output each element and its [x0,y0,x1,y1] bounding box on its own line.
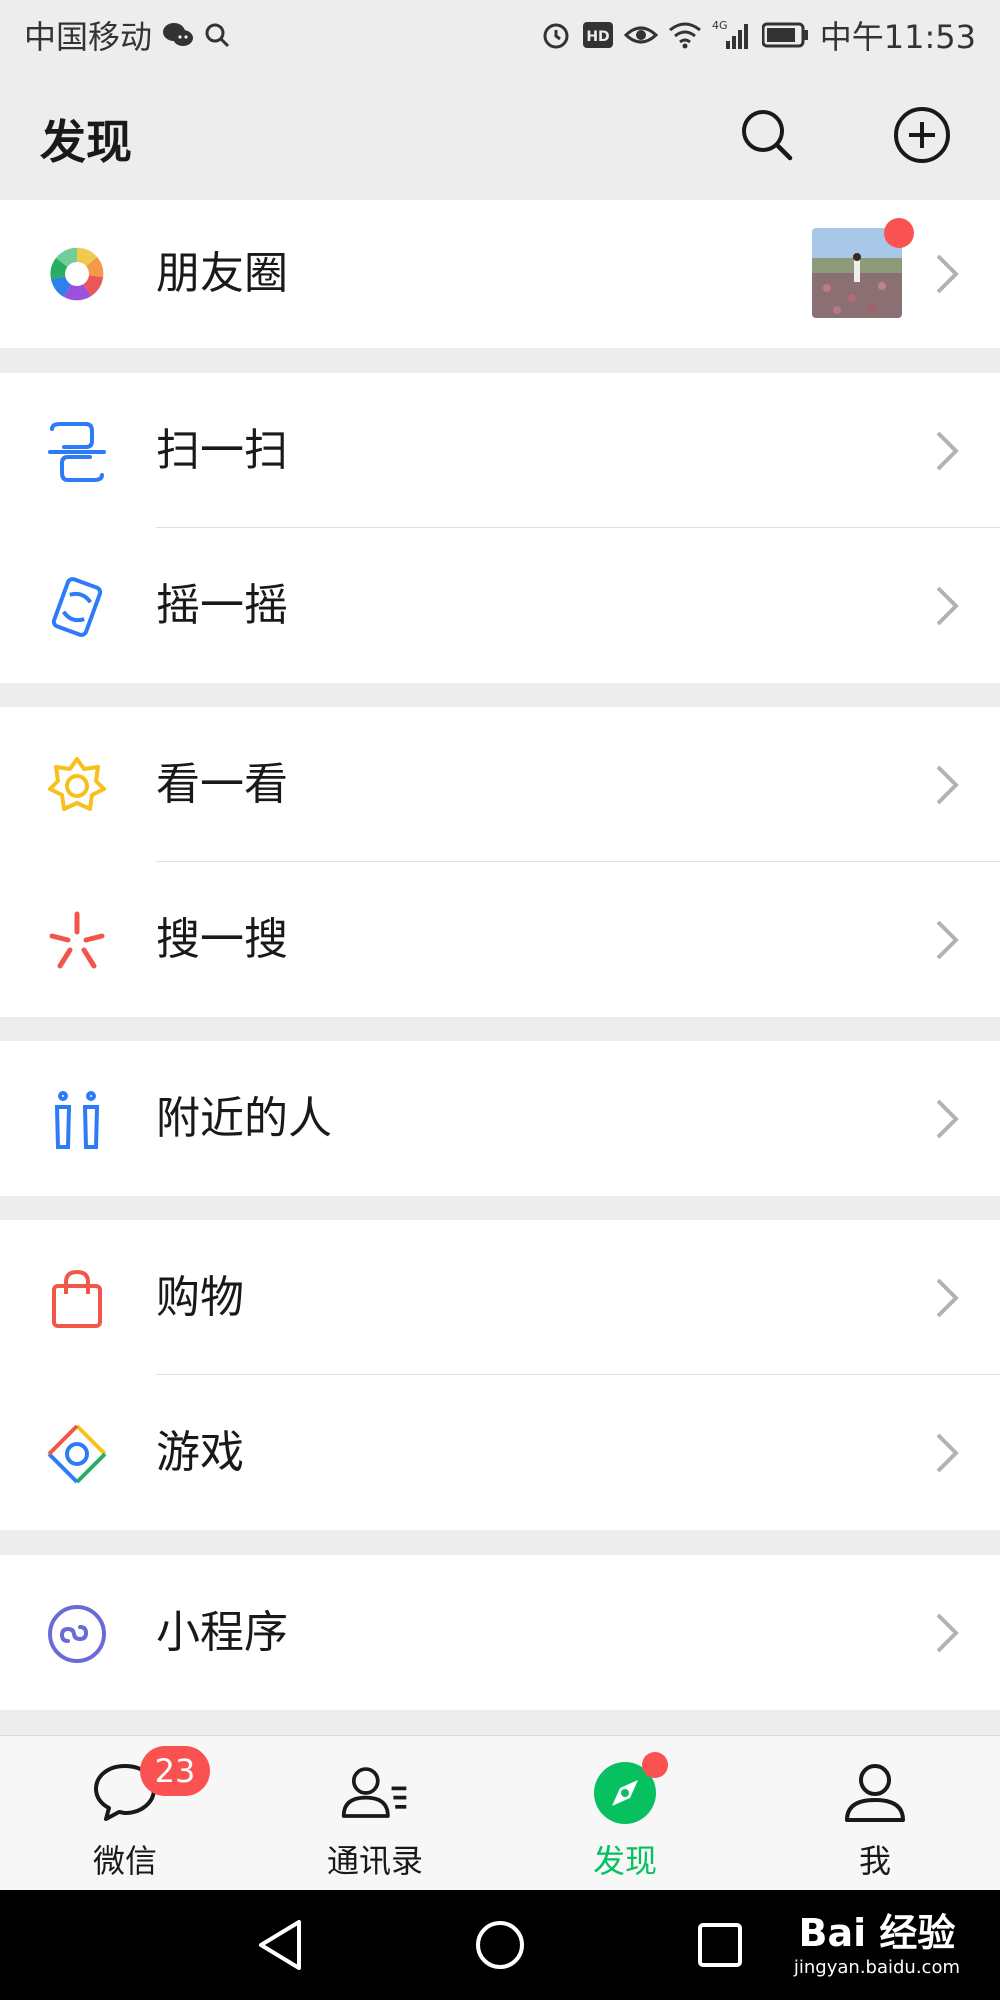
search-discover-icon [46,910,108,972]
top-stories-icon [46,755,108,817]
wechat-notification-icon [162,21,194,49]
person-icon [840,1758,910,1828]
tab-chats[interactable]: 23 微信 [0,1736,250,1890]
scan-icon [46,421,108,483]
plus-circle-icon [894,107,950,163]
people-nearby-icon [46,1089,108,1151]
list-group-mini-programs: 小程序 [0,1555,1000,1710]
back-button[interactable] [250,1915,310,1975]
menu-item-label: 附近的人 [156,1093,332,1144]
menu-item-shopping[interactable]: 购物 [0,1220,1000,1375]
network-type-text: 4G [712,19,728,32]
page-title: 发现 [40,115,132,169]
home-button[interactable] [470,1915,530,1975]
list-group-moments: 朋友圈 [0,200,1000,348]
add-button[interactable] [887,100,957,170]
svg-text:HD: HD [586,29,609,45]
chevron-right-icon [936,254,959,294]
list-group-stories-search: 看一看 搜一搜 [0,707,1000,1017]
menu-item-label: 搜一搜 [156,914,288,965]
mini-programs-icon [46,1603,108,1665]
chevron-right-icon [936,765,959,805]
watermark-main: Bai 经验 [798,1911,956,1955]
new-content-dot [642,1752,668,1778]
chevron-right-icon [936,1099,959,1139]
status-bar: 中国移动 HD 4G 中午11:53 [0,0,1000,70]
recents-square-icon [698,1923,742,1967]
cell-signal-icon: 4G [712,19,752,51]
search-notification-icon [204,22,230,48]
tab-label: 通讯录 [326,1842,423,1880]
menu-item-label: 摇一摇 [156,580,288,631]
carrier-text: 中国移动 [24,18,153,56]
menu-item-label: 游戏 [156,1427,244,1478]
system-nav-bar: Bai 经验 jingyan.baidu.com [0,1890,1000,2000]
menu-item-people-nearby[interactable]: 附近的人 [0,1041,1000,1196]
eye-comfort-icon [623,23,658,47]
clock-text: 中午11:53 [819,18,976,56]
back-triangle-icon [259,1920,301,1970]
chevron-right-icon [936,1433,959,1473]
menu-item-moments[interactable]: 朋友圈 [0,200,1000,348]
menu-item-label: 朋友圈 [156,248,288,299]
menu-item-label: 购物 [156,1272,244,1323]
tab-discover[interactable]: 发现 [500,1736,750,1890]
games-icon [46,1423,108,1485]
tab-label: 微信 [92,1842,157,1880]
menu-item-label: 看一看 [156,759,288,810]
battery-icon [761,22,810,48]
search-icon [742,110,793,161]
chevron-right-icon [936,1278,959,1318]
recents-button[interactable] [690,1915,750,1975]
bottom-tab-bar: 23 微信 通讯录 发现 我 [0,1735,1000,1890]
list-group-nearby: 附近的人 [0,1041,1000,1196]
home-circle-icon [476,1921,524,1969]
chevron-right-icon [936,586,959,626]
chevron-right-icon [936,1613,959,1653]
tab-label: 我 [858,1842,891,1880]
shake-icon [46,576,108,638]
shopping-bag-icon [46,1268,108,1330]
contacts-icon [340,1758,410,1828]
chevron-right-icon [936,920,959,960]
wifi-icon [668,21,702,49]
top-bar: 发现 [0,70,1000,200]
chevron-right-icon [936,431,959,471]
new-post-dot [884,218,914,248]
search-button[interactable] [732,100,802,170]
tab-contacts[interactable]: 通讯录 [250,1736,500,1890]
tab-me[interactable]: 我 [750,1736,1000,1890]
hd-icon: HD [582,21,614,49]
moments-icon [46,243,108,305]
menu-item-top-stories[interactable]: 看一看 [0,707,1000,862]
menu-item-label: 扫一扫 [156,425,288,476]
alarm-icon [540,19,572,51]
menu-item-mini-programs[interactable]: 小程序 [0,1555,1000,1710]
menu-item-search[interactable]: 搜一搜 [0,862,1000,1017]
baidu-watermark: Bai 经验 jingyan.baidu.com [794,1902,960,1978]
tab-label: 发现 [592,1842,657,1880]
menu-item-games[interactable]: 游戏 [0,1375,1000,1530]
unread-badge: 23 [140,1746,210,1796]
list-group-scan-shake: 扫一扫 摇一摇 [0,373,1000,683]
menu-item-label: 小程序 [156,1607,288,1658]
menu-item-shake[interactable]: 摇一摇 [0,528,1000,683]
watermark-url: jingyan.baidu.com [793,1957,960,1978]
list-group-shop-games: 购物 游戏 [0,1220,1000,1530]
menu-item-scan[interactable]: 扫一扫 [0,373,1000,528]
